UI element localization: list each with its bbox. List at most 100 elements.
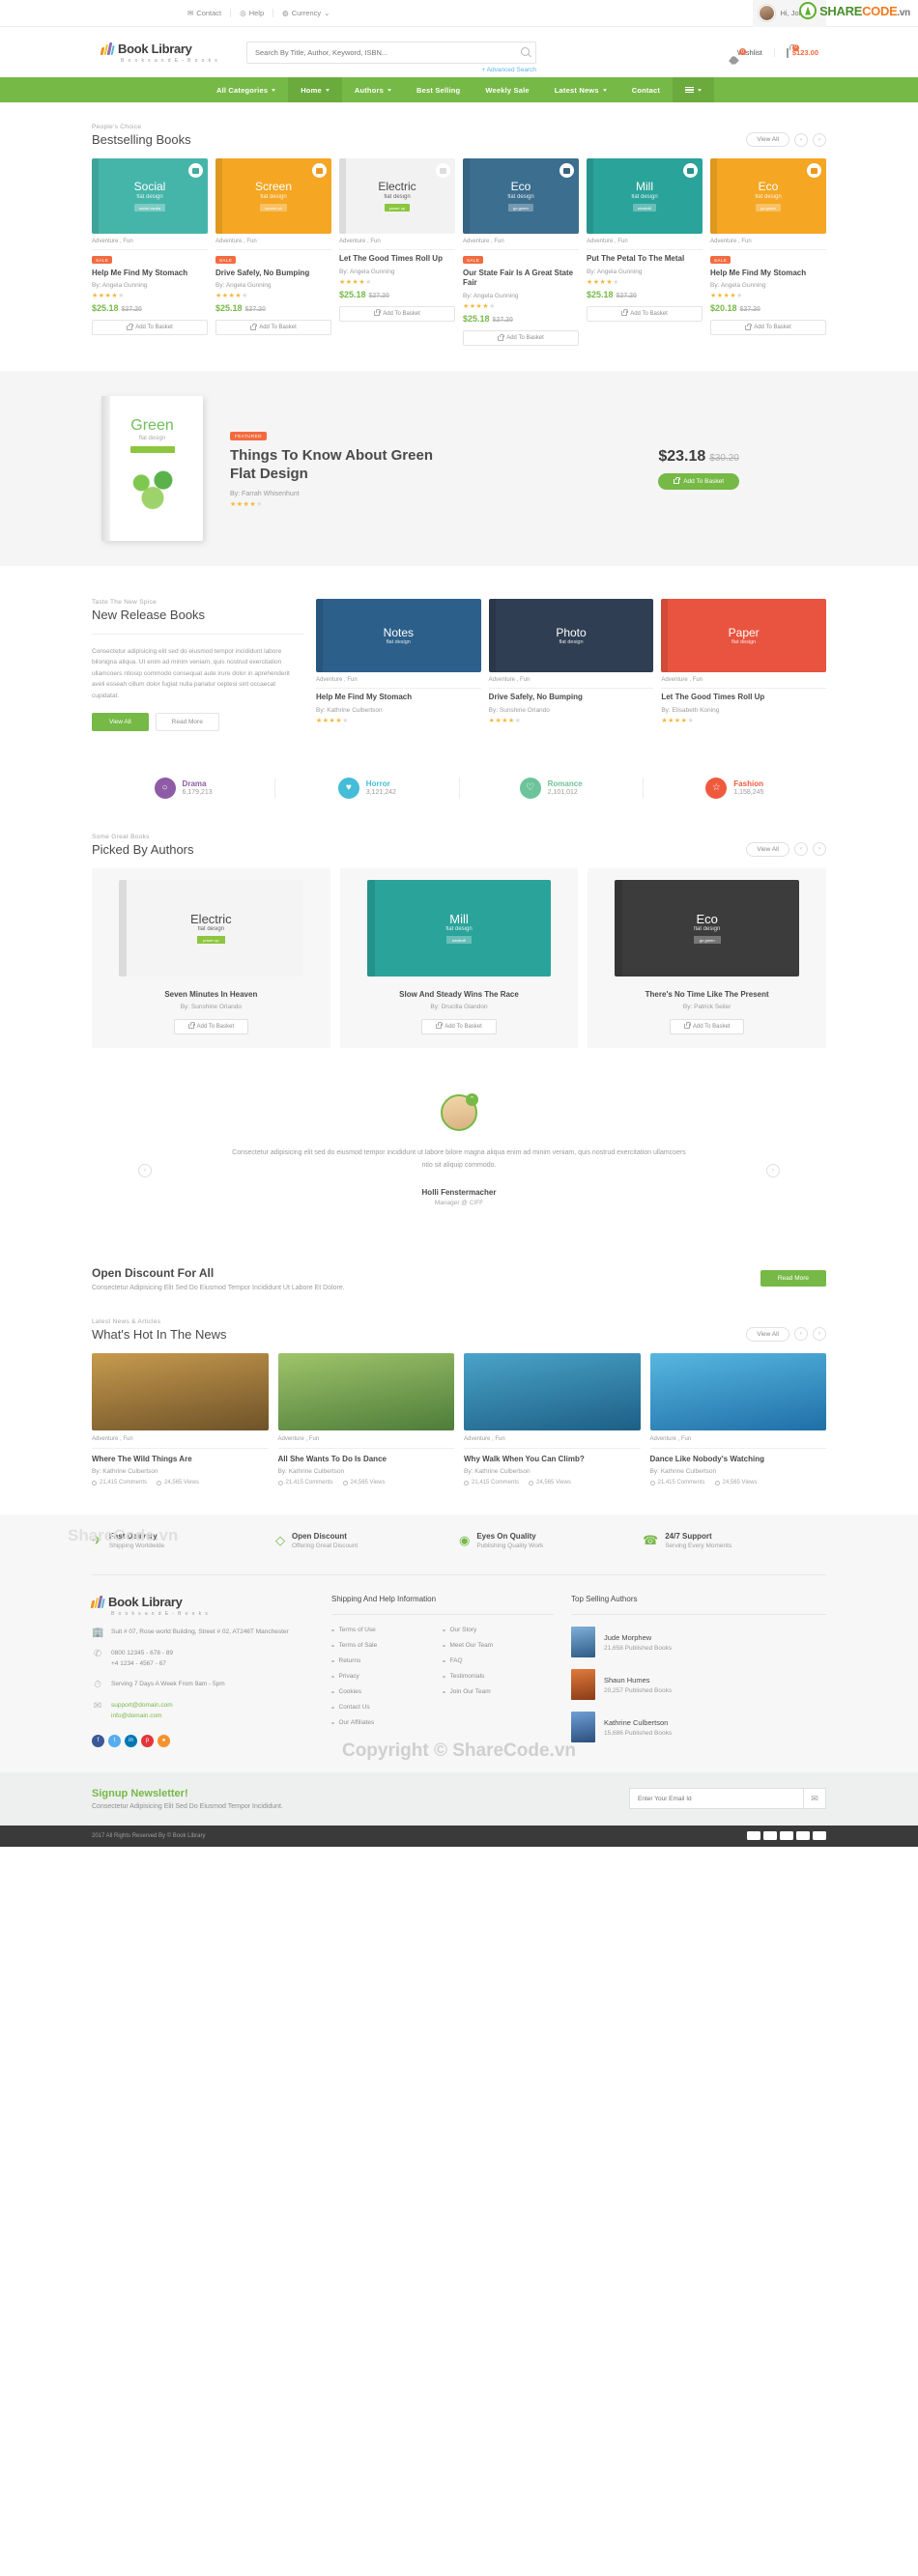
carousel-next-icon[interactable]: ›: [813, 1327, 826, 1342]
testimonial-prev-icon[interactable]: ‹: [138, 1163, 152, 1177]
footer-link[interactable]: Terms of Use: [331, 1627, 443, 1633]
view-all-button[interactable]: View All: [746, 1326, 789, 1342]
product-title[interactable]: Let The Good Times Roll Up: [339, 254, 455, 265]
footer-link[interactable]: FAQ: [443, 1657, 554, 1664]
nav-item-latest-news[interactable]: Latest News: [542, 77, 619, 102]
product-title[interactable]: Slow And Steady Wins The Race: [352, 990, 567, 999]
footer-link[interactable]: Contact Us: [331, 1704, 443, 1711]
site-logo[interactable]: Book Library B o o k s a n d E - B o o k…: [100, 42, 227, 64]
topbar-link-contact[interactable]: ✉ Contact: [179, 9, 232, 17]
news-card[interactable]: Adventure , Fun Why Walk When You Can Cl…: [464, 1352, 641, 1486]
add-to-basket-button[interactable]: Add To Basket: [92, 320, 208, 336]
news-title[interactable]: Where The Wild Things Are: [92, 1455, 269, 1465]
footer-link[interactable]: Our Story: [443, 1627, 554, 1633]
add-to-basket-button[interactable]: Add To Basket: [421, 1018, 497, 1034]
carousel-prev-icon[interactable]: ‹: [794, 842, 808, 857]
category-stat[interactable]: ♡ Romance 2,101,012: [460, 777, 644, 799]
nav-item-all-categories[interactable]: All Categories: [204, 77, 288, 102]
author-item[interactable]: Jude Morphew 21,658 Published Books: [571, 1627, 826, 1658]
category-stat[interactable]: ○ Drama 6,179,213: [92, 777, 276, 799]
testimonial-next-icon[interactable]: ›: [766, 1163, 780, 1177]
footer-email-2[interactable]: info@domain.com: [111, 1713, 161, 1719]
topbar-link-help[interactable]: ◎ Help: [231, 9, 274, 17]
cart-button[interactable]: 0 $123.00: [773, 43, 818, 58]
product-title[interactable]: Drive Safely, No Bumping: [489, 693, 654, 703]
nav-item-best-selling[interactable]: Best Selling: [404, 77, 473, 102]
topbar-link-currency[interactable]: ◍ Currency ⌄: [273, 9, 338, 17]
product-card[interactable]: Mill flat design windmill Adventure , Fun …: [587, 158, 703, 346]
pinterest-icon[interactable]: p: [141, 1734, 154, 1747]
product-title[interactable]: Drive Safely, No Bumping: [215, 269, 331, 279]
view-all-button[interactable]: View All: [746, 841, 789, 857]
facebook-icon[interactable]: f: [92, 1734, 104, 1747]
footer-email-1[interactable]: support@domain.com: [111, 1702, 173, 1709]
footer-link[interactable]: Our Affiliates: [331, 1719, 443, 1726]
add-to-basket-button[interactable]: Add To Basket: [215, 320, 331, 336]
category-stat[interactable]: ☆ Fashion 1,158,245: [644, 777, 826, 799]
footer-link[interactable]: Cookies: [331, 1688, 443, 1695]
nav-item-home[interactable]: Home: [288, 77, 342, 102]
new-release-card[interactable]: Notes flat design Adventure , Fun Help Me…: [316, 599, 481, 731]
add-to-basket-button[interactable]: Add To Basket: [710, 320, 826, 336]
product-card[interactable]: Electric flat design power up Adventure , …: [339, 158, 455, 346]
author-item[interactable]: Shaun Humes 20,257 Published Books: [571, 1669, 826, 1701]
advanced-search-link[interactable]: + Advanced Search: [481, 67, 536, 73]
read-more-button[interactable]: Read More: [155, 712, 219, 731]
add-to-basket-button[interactable]: Add To Basket: [173, 1018, 249, 1034]
product-card[interactable]: Eco flat design go green Adventure , Fun S…: [463, 158, 579, 347]
product-title[interactable]: Help Me Find My Stomach: [316, 693, 481, 703]
product-title[interactable]: Let The Good Times Roll Up: [661, 693, 826, 703]
carousel-prev-icon[interactable]: ‹: [794, 1327, 808, 1342]
author-item[interactable]: Kathrine Culbertson 15,686 Published Book…: [571, 1712, 826, 1743]
news-card[interactable]: Adventure , Fun All She Wants To Do Is D…: [277, 1352, 455, 1486]
product-title[interactable]: Seven Minutes In Heaven: [103, 990, 319, 999]
footer-link[interactable]: Terms of Sale: [331, 1642, 443, 1649]
twitter-icon[interactable]: t: [108, 1734, 121, 1747]
product-title[interactable]: Help Me Find My Stomach: [710, 269, 826, 279]
newsletter-email-input[interactable]: [629, 1788, 803, 1810]
nav-item-weekly-sale[interactable]: Weekly Sale: [473, 77, 541, 102]
news-card[interactable]: Adventure , Fun Where The Wild Things Ar…: [92, 1352, 269, 1486]
product-title[interactable]: There's No Time Like The Present: [599, 990, 815, 999]
news-card[interactable]: Adventure , Fun Dance Like Nobody's Watc…: [649, 1352, 827, 1486]
view-all-button[interactable]: View All: [746, 132, 789, 147]
product-card[interactable]: Social flat design social media Adventure …: [92, 158, 208, 346]
carousel-prev-icon[interactable]: ‹: [794, 132, 808, 147]
featured-add-to-basket-button[interactable]: Add To Basket: [658, 472, 739, 490]
nav-item-contact[interactable]: Contact: [619, 77, 673, 102]
newsletter-submit-button[interactable]: ✉: [803, 1788, 826, 1810]
add-to-basket-button[interactable]: Add To Basket: [463, 330, 579, 347]
linkedin-icon[interactable]: in: [125, 1734, 137, 1747]
search-icon[interactable]: [521, 46, 530, 56]
category-stat[interactable]: ♥ Horror 3,121,242: [275, 777, 460, 799]
footer-link[interactable]: Returns: [331, 1657, 443, 1664]
rss-icon[interactable]: ●: [158, 1734, 170, 1747]
new-release-card[interactable]: Paper flat design Adventure , Fun Let The…: [661, 599, 827, 731]
search-input[interactable]: [246, 41, 536, 64]
product-title[interactable]: Help Me Find My Stomach: [92, 269, 208, 279]
news-title[interactable]: Why Walk When You Can Climb?: [464, 1455, 641, 1465]
picked-book-card[interactable]: Mill flat design windmill Slow And Steady …: [339, 867, 579, 1048]
footer-link[interactable]: Meet Our Team: [443, 1642, 554, 1649]
nav-item-authors[interactable]: Authors: [342, 77, 404, 102]
add-to-basket-button[interactable]: Add To Basket: [587, 305, 703, 322]
add-to-basket-button[interactable]: Add To Basket: [339, 305, 455, 322]
carousel-next-icon[interactable]: ›: [813, 132, 826, 147]
nav-item-menu-toggle[interactable]: [673, 77, 715, 102]
picked-book-card[interactable]: Electric flat design power up Seven Minute…: [92, 867, 330, 1048]
news-title[interactable]: Dance Like Nobody's Watching: [650, 1455, 827, 1465]
footer-link[interactable]: Privacy: [331, 1673, 443, 1680]
carousel-next-icon[interactable]: ›: [813, 842, 826, 857]
view-all-button[interactable]: View All: [92, 712, 149, 731]
discount-read-more-button[interactable]: Read More: [760, 1270, 826, 1288]
footer-link[interactable]: Testimonials: [443, 1673, 554, 1680]
product-card[interactable]: Screen flat design screen ux Adventure , F…: [215, 158, 331, 346]
product-card[interactable]: Eco flat design go green Adventure , Fun S…: [710, 158, 826, 346]
footer-link[interactable]: Join Our Team: [443, 1688, 554, 1695]
new-release-card[interactable]: Photo flat design Adventure , Fun Drive S…: [488, 599, 654, 731]
product-title[interactable]: Put The Petal To The Metal: [587, 254, 703, 265]
news-title[interactable]: All She Wants To Do Is Dance: [278, 1455, 455, 1465]
picked-book-card[interactable]: Eco flat design go green There's No Time L…: [588, 867, 827, 1048]
product-title[interactable]: Our State Fair Is A Great State Fair: [463, 269, 579, 290]
wishlist-button[interactable]: 0 Wishlist: [733, 48, 762, 57]
